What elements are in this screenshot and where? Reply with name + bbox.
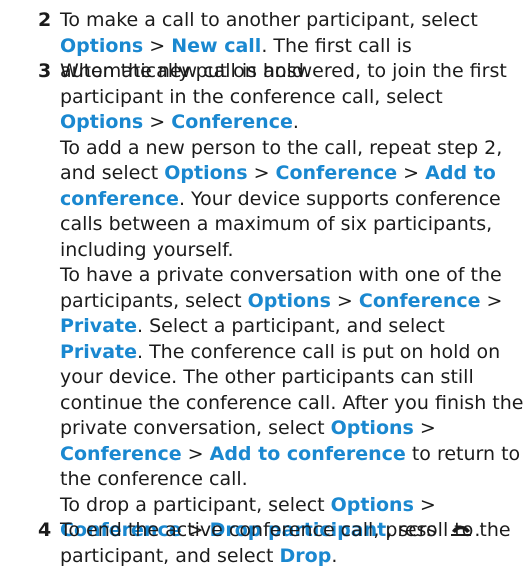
step-3-paragraph-3: To have a private conversation with one … bbox=[60, 263, 526, 493]
menu-private-link: Private bbox=[60, 315, 137, 337]
menu-options-link: Options bbox=[331, 494, 414, 516]
step-4-paragraph-1: To end the active conference call, press… bbox=[60, 518, 526, 544]
menu-options-link: Options bbox=[248, 290, 331, 312]
text-run: When the new call is answered, to join t… bbox=[60, 60, 507, 108]
text-run: > bbox=[143, 35, 171, 57]
menu-private-link: Private bbox=[60, 341, 137, 363]
menu-drop-link: Drop bbox=[280, 545, 332, 567]
text-run: . Select a participant, and select bbox=[137, 315, 445, 337]
end-call-key-icon bbox=[448, 520, 474, 538]
menu-add-to-conference-link: Add to conference bbox=[210, 443, 406, 465]
menu-conference-link: Conference bbox=[60, 443, 182, 465]
menu-conference-link: Conference bbox=[359, 290, 481, 312]
menu-conference-link: Conference bbox=[276, 162, 398, 184]
step-number: 4 bbox=[38, 518, 54, 544]
step-number: 3 bbox=[38, 59, 54, 85]
text-run: . bbox=[293, 111, 299, 133]
menu-new-call-link: New call bbox=[171, 35, 261, 57]
document-page: 2 To make a call to another participant,… bbox=[0, 0, 526, 561]
text-run: . bbox=[331, 545, 337, 567]
text-run: > bbox=[331, 290, 359, 312]
text-run: > bbox=[182, 443, 210, 465]
text-run: To drop a participant, select bbox=[60, 494, 331, 516]
menu-options-link: Options bbox=[60, 35, 143, 57]
text-run: > bbox=[414, 494, 436, 516]
menu-conference-link: Conference bbox=[171, 111, 293, 133]
text-run: > bbox=[143, 111, 171, 133]
text-run: To end the active conference call, press bbox=[60, 519, 442, 541]
step-3-paragraph-2: To add a new person to the call, repeat … bbox=[60, 136, 526, 264]
text-run: > bbox=[248, 162, 276, 184]
text-run: . bbox=[474, 519, 480, 541]
text-run: > bbox=[397, 162, 425, 184]
step-3-text: When the new call is answered, to join t… bbox=[60, 59, 526, 569]
text-run: > bbox=[414, 417, 436, 439]
menu-options-link: Options bbox=[60, 111, 143, 133]
step-number: 2 bbox=[38, 8, 54, 34]
step-4-text: To end the active conference call, press… bbox=[60, 518, 526, 544]
step-3-paragraph-1: When the new call is answered, to join t… bbox=[60, 59, 526, 136]
text-run: To make a call to another participant, s… bbox=[60, 9, 478, 31]
menu-options-link: Options bbox=[164, 162, 247, 184]
menu-options-link: Options bbox=[331, 417, 414, 439]
text-run: > bbox=[481, 290, 503, 312]
